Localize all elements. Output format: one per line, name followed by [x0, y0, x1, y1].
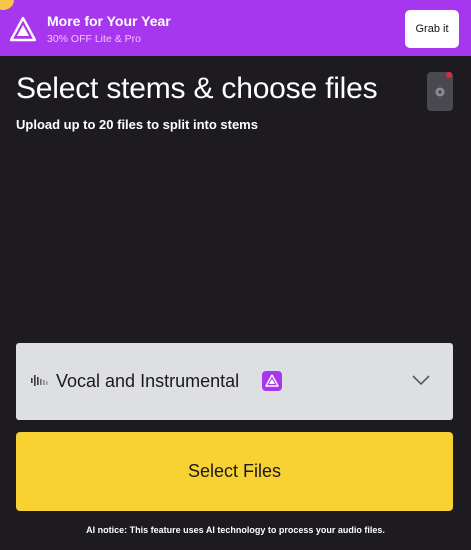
waveform-icon: [31, 375, 48, 386]
promo-banner: More for Your Year 30% OFF Lite & Pro Gr…: [0, 0, 471, 56]
select-files-button[interactable]: Select Files: [16, 432, 453, 511]
promo-title: More for Your Year: [47, 13, 171, 29]
pyramid-badge-icon: [265, 374, 279, 387]
settings-icon: [435, 87, 445, 96]
pro-badge-icon: [262, 371, 282, 391]
stem-type-select[interactable]: Vocal and Instrumental: [16, 343, 453, 420]
promo-decoration: [0, 0, 14, 10]
pyramid-logo-icon: [10, 16, 36, 42]
page-title: Select stems & choose files: [16, 72, 378, 105]
page-subtitle: Upload up to 20 files to split into stem…: [16, 117, 258, 132]
stem-select-value: Vocal and Instrumental: [56, 371, 240, 391]
notification-dot: [446, 72, 452, 78]
chevron-down-icon[interactable]: [412, 374, 430, 386]
promo-subtitle: 30% OFF Lite & Pro: [47, 33, 141, 45]
grab-it-button[interactable]: Grab it: [405, 10, 459, 48]
ai-notice: AI notice: This feature uses AI technolo…: [86, 525, 385, 535]
